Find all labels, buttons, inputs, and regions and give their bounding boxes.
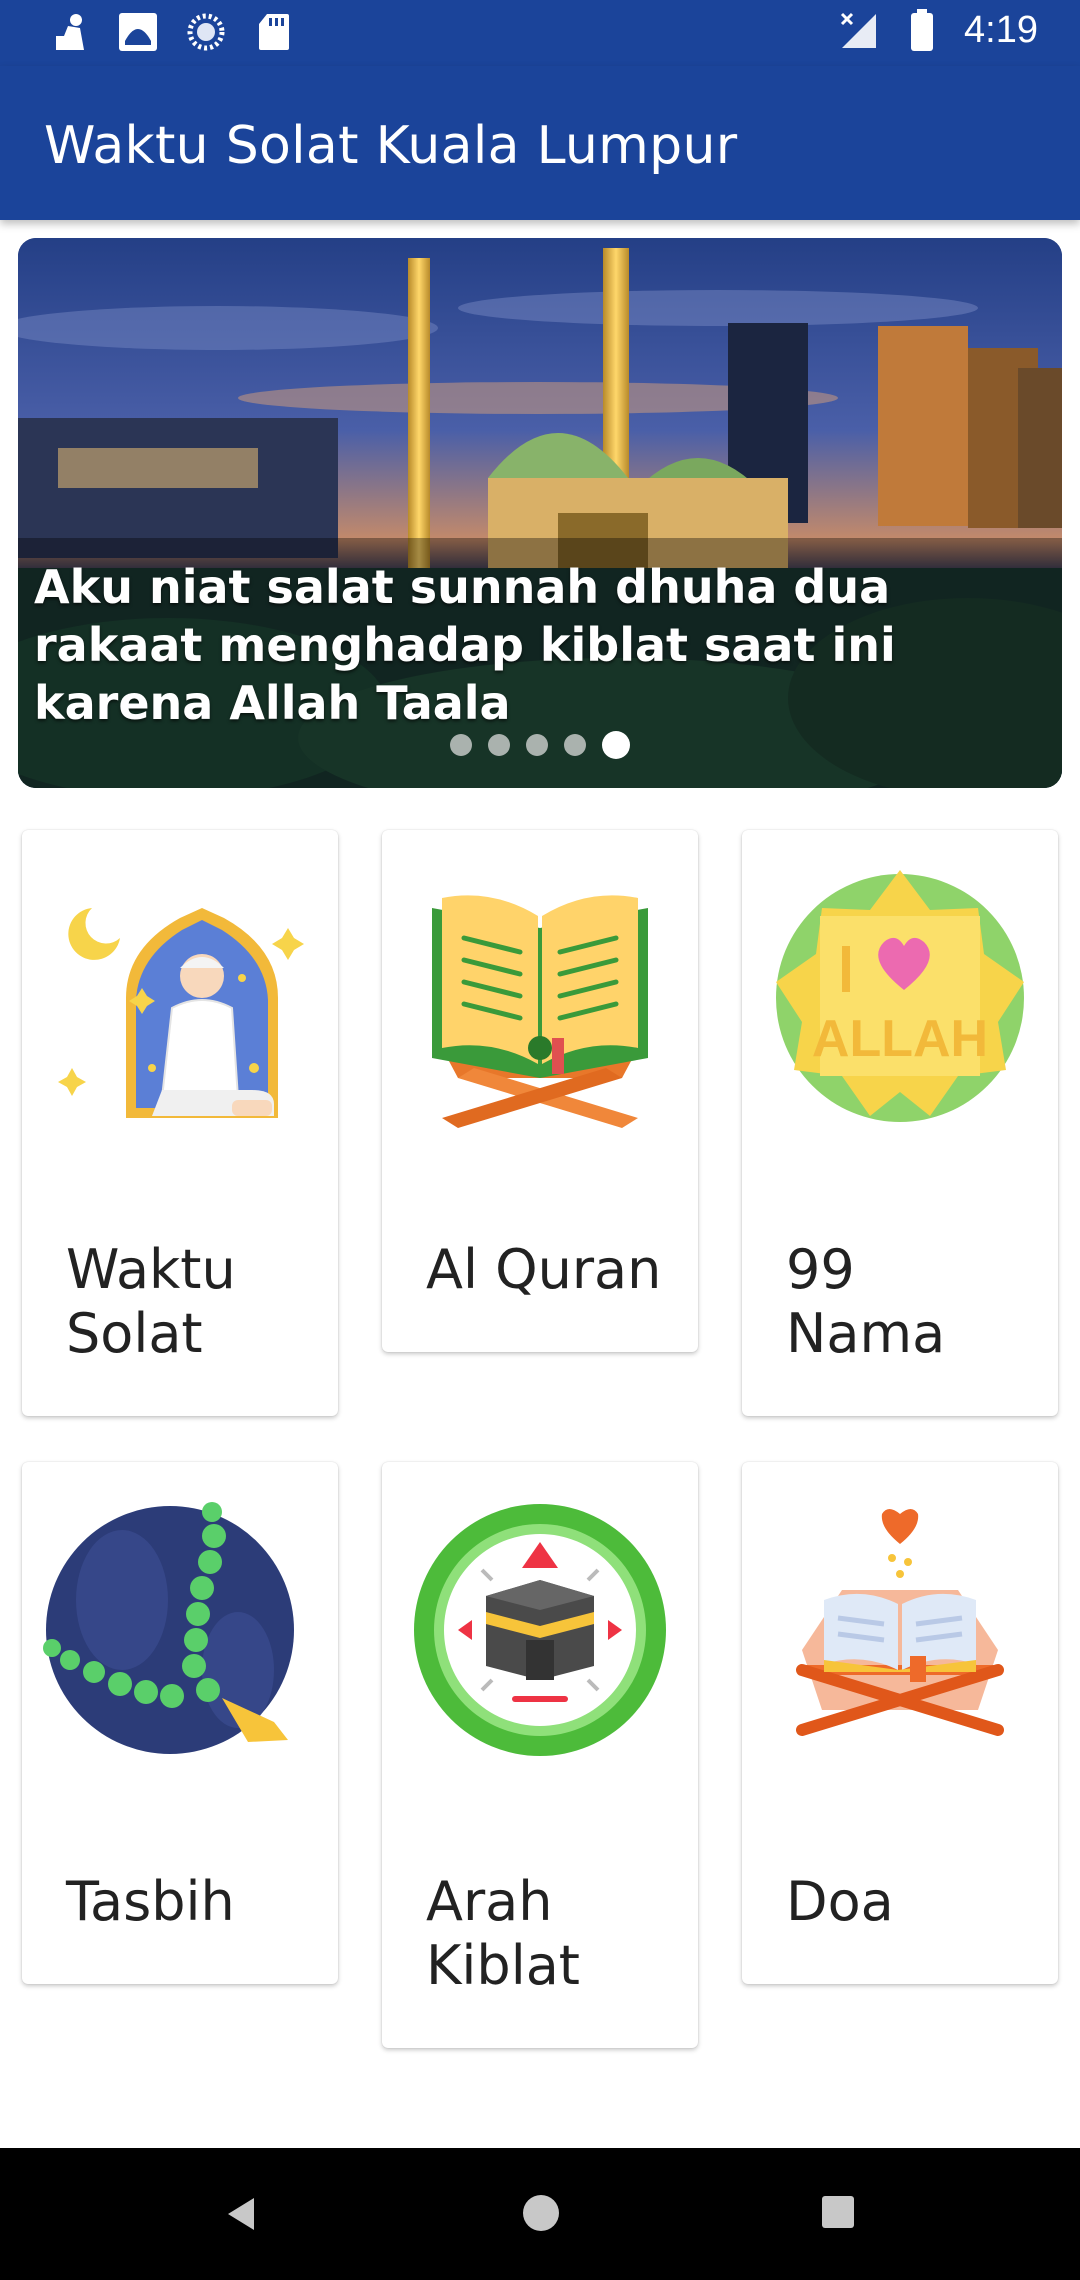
tasbih-beads-icon [43, 1502, 294, 1754]
carousel-dot-4[interactable] [564, 734, 586, 756]
menu-label: Tasbih [66, 1870, 235, 1933]
menu-label: 99 Nama [786, 1238, 946, 1365]
home-icon[interactable] [520, 2192, 562, 2234]
carousel-dot-1[interactable] [450, 734, 472, 756]
menu-label: Doa [786, 1870, 894, 1933]
battery-icon [900, 8, 944, 52]
kaaba-compass-icon [414, 1504, 666, 1756]
quran-icon [432, 895, 648, 1128]
menu-label: Al Quran [426, 1238, 662, 1301]
menu-card-tasbih[interactable]: Tasbih [22, 1462, 338, 1984]
menu-card-al-quran[interactable]: Al Quran [382, 830, 698, 1352]
status-bar: 4:19 [0, 0, 1080, 66]
app-title: Waktu Solat Kuala Lumpur [44, 116, 738, 176]
menu-card-doa[interactable]: Doa [742, 1462, 1058, 1984]
status-clock: 4:19 [964, 8, 1038, 51]
navigation-bar [0, 2148, 1080, 2280]
menu-label: Arah Kiblat [426, 1870, 580, 1997]
carousel-dot-3[interactable] [526, 734, 548, 756]
book-on-stand-icon [796, 1509, 1004, 1736]
allah-text: ALLAH [812, 1010, 988, 1068]
banner-caption: Aku niat salat sunnah dhuha dua rakaat m… [34, 560, 896, 730]
loading-circle-icon [184, 10, 228, 54]
carousel-dot-5[interactable] [602, 731, 630, 759]
sd-card-icon [252, 10, 296, 54]
praying-man-icon [58, 908, 304, 1118]
menu-card-99-nama[interactable]: ALLAH 99 Nama [742, 830, 1058, 1416]
carousel-dot-2[interactable] [488, 734, 510, 756]
app-bar: Waktu Solat Kuala Lumpur [0, 66, 1080, 220]
banner-carousel[interactable]: Aku niat salat sunnah dhuha dua rakaat m… [18, 238, 1062, 788]
back-icon[interactable] [220, 2192, 264, 2236]
carousel-indicator [0, 730, 1080, 760]
mosque-icon [116, 10, 160, 54]
menu-card-arah-kiblat[interactable]: Arah Kiblat [382, 1462, 698, 2048]
menu-label: Waktu Solat [66, 1238, 236, 1365]
no-signal-icon [836, 8, 880, 52]
prayer-person-icon [48, 10, 92, 54]
menu-card-waktu-solat[interactable]: Waktu Solat [22, 830, 338, 1416]
recents-icon[interactable] [818, 2192, 858, 2232]
i-love-allah-icon: ALLAH [776, 870, 1024, 1122]
